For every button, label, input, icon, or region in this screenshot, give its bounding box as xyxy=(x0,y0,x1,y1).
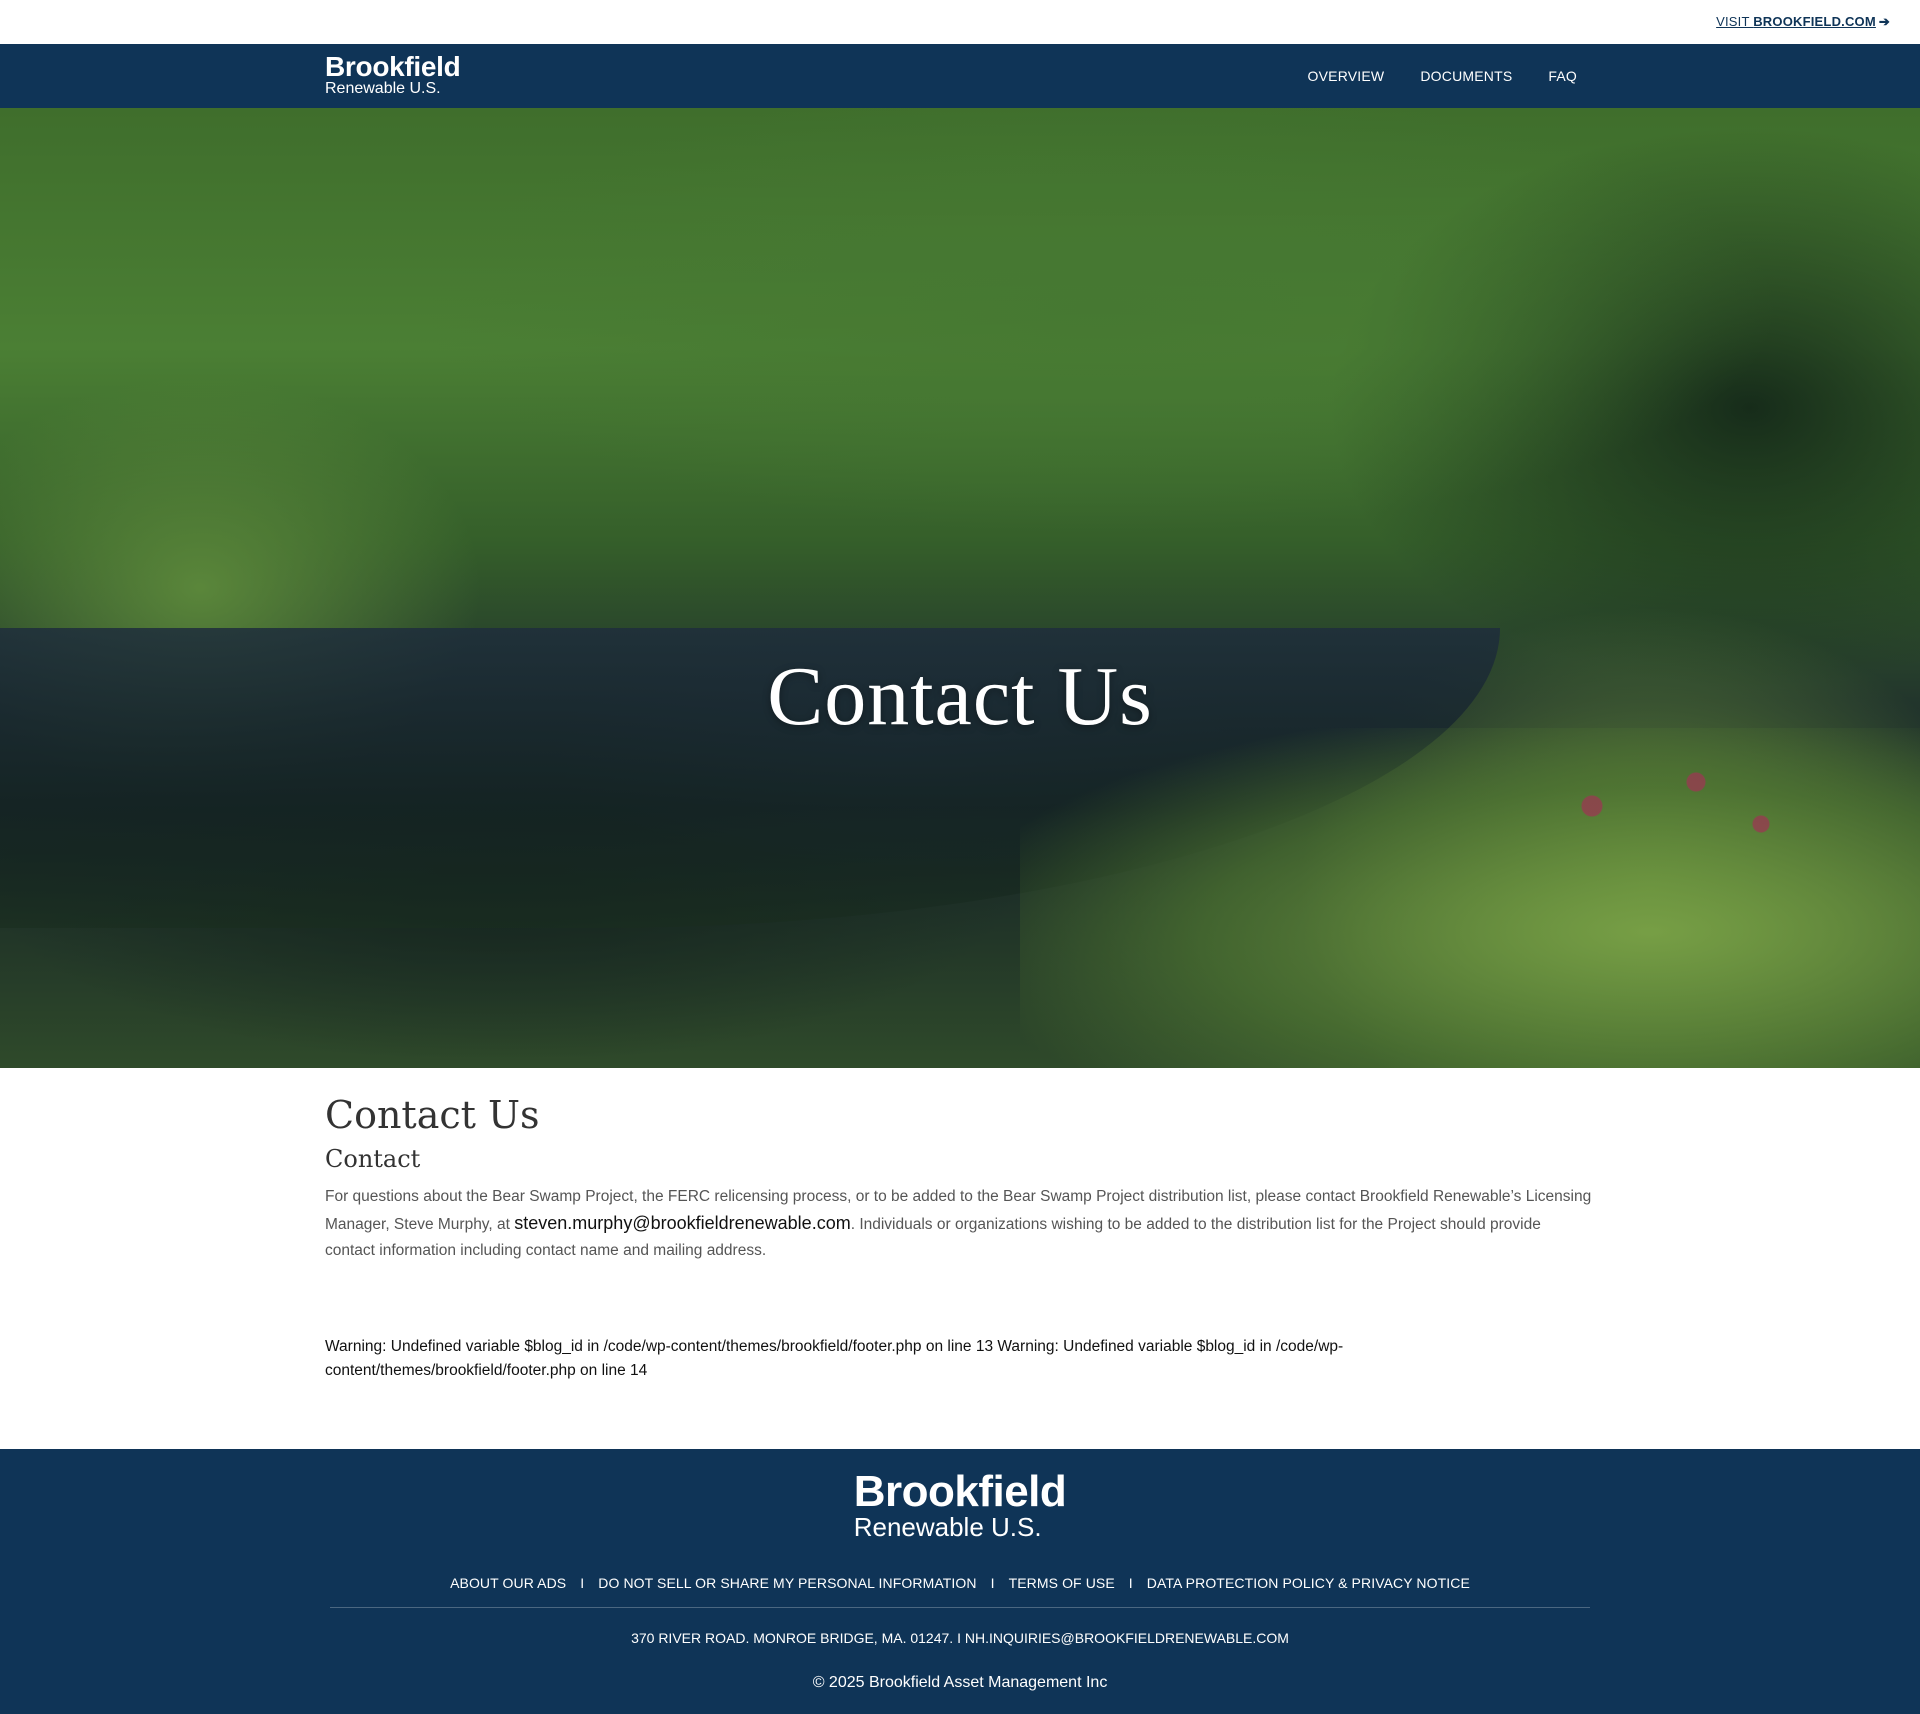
nav-item-documents[interactable]: DOCUMENTS xyxy=(1420,68,1512,84)
hero-flowers-image xyxy=(1540,758,1800,878)
footer-logo-line1: Brookfield xyxy=(853,1467,1067,1516)
footer-link-about-ads[interactable]: ABOUT OUR ADS xyxy=(450,1575,566,1591)
footer-link-terms[interactable]: TERMS OF USE xyxy=(1009,1575,1115,1591)
footer-logo[interactable]: Brookfield Renewable U.S. xyxy=(0,1467,1920,1542)
footer-separator: I xyxy=(990,1575,995,1591)
visit-prefix: VISIT xyxy=(1716,14,1754,29)
nav-item-overview[interactable]: OVERVIEW xyxy=(1308,68,1385,84)
site-footer: Brookfield Renewable U.S. ABOUT OUR ADS I… xyxy=(0,1449,1920,1714)
footer-link-privacy[interactable]: DATA PROTECTION POLICY & PRIVACY NOTICE xyxy=(1147,1575,1470,1591)
visit-brookfield-link[interactable]: VISIT BROOKFIELD.COM ➔ xyxy=(1716,14,1890,30)
footer-address: 370 RIVER ROAD. MONROE BRIDGE, MA. 01247… xyxy=(631,1630,1289,1646)
footer-separator: I xyxy=(580,1575,585,1591)
footer-logo-line2: Renewable U.S. xyxy=(853,1512,1042,1542)
main-content: Contact Us Contact For questions about t… xyxy=(325,1092,1595,1264)
brand-logo[interactable]: Brookfield Renewable U.S. xyxy=(325,51,461,98)
nav-item-faq[interactable]: FAQ xyxy=(1548,68,1577,84)
footer-separator: I xyxy=(1128,1575,1133,1591)
top-utility-bar: VISIT BROOKFIELD.COM ➔ xyxy=(0,0,1920,44)
logo-line2: Renewable U.S. xyxy=(325,80,441,97)
primary-nav: OVERVIEW DOCUMENTS FAQ xyxy=(1272,44,1577,108)
arrow-right-icon: ➔ xyxy=(1878,14,1890,29)
page-title: Contact Us xyxy=(325,1093,540,1137)
hero-banner: Contact Us xyxy=(0,108,1920,1068)
footer-link-do-not-sell[interactable]: DO NOT SELL OR SHARE MY PERSONAL INFORMA… xyxy=(598,1575,976,1591)
hero-title: Contact Us xyxy=(767,650,1153,743)
php-warning-text: Warning: Undefined variable $blog_id in … xyxy=(325,1338,1344,1379)
main-navbar: Brookfield Renewable U.S. OVERVIEW DOCUM… xyxy=(0,44,1920,108)
visit-link-text: BROOKFIELD.COM xyxy=(1753,14,1876,29)
contact-paragraph: For questions about the Bear Swamp Proje… xyxy=(325,1184,1595,1264)
footer-copyright: © 2025 Brookfield Asset Management Inc xyxy=(812,1674,1108,1691)
footer-divider xyxy=(330,1607,1590,1608)
section-heading: Contact xyxy=(325,1145,421,1173)
contact-email-link[interactable]: steven.murphy@brookfieldrenewable.com xyxy=(514,1213,850,1233)
footer-links: ABOUT OUR ADS I DO NOT SELL OR SHARE MY PE… xyxy=(0,1575,1920,1591)
logo-line1: Brookfield xyxy=(325,51,461,82)
